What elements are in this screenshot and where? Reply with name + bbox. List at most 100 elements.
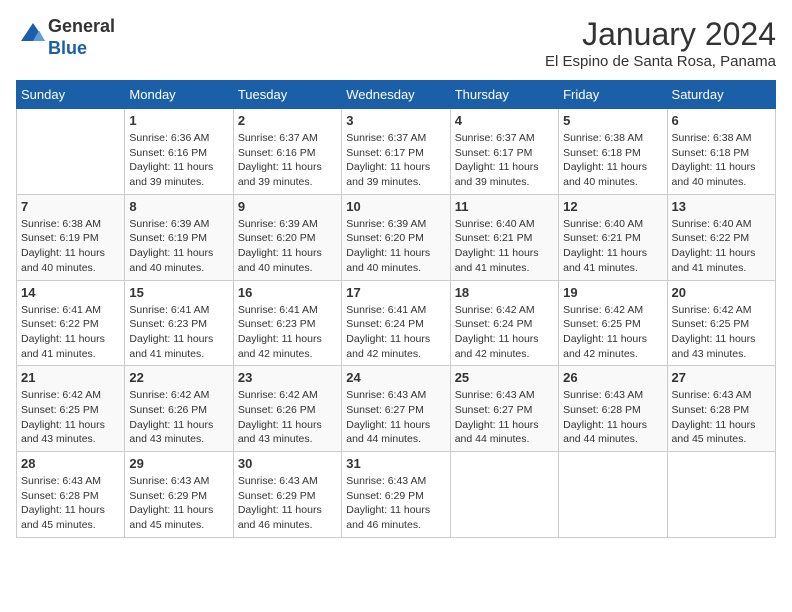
day-cell (667, 452, 775, 538)
day-cell: 28 Sunrise: 6:43 AM Sunset: 6:28 PM Dayli… (17, 452, 125, 538)
day-number: 10 (346, 199, 445, 214)
header-day-tuesday: Tuesday (233, 81, 341, 109)
day-number: 13 (672, 199, 771, 214)
day-info: Sunrise: 6:41 AM Sunset: 6:23 PM Dayligh… (129, 303, 228, 362)
day-info: Sunrise: 6:40 AM Sunset: 6:22 PM Dayligh… (672, 217, 771, 276)
day-info: Sunrise: 6:38 AM Sunset: 6:19 PM Dayligh… (21, 217, 120, 276)
day-number: 21 (21, 370, 120, 385)
day-info: Sunrise: 6:42 AM Sunset: 6:26 PM Dayligh… (238, 388, 337, 447)
day-cell: 21 Sunrise: 6:42 AM Sunset: 6:25 PM Dayli… (17, 366, 125, 452)
day-info: Sunrise: 6:41 AM Sunset: 6:24 PM Dayligh… (346, 303, 445, 362)
day-info: Sunrise: 6:42 AM Sunset: 6:25 PM Dayligh… (672, 303, 771, 362)
day-info: Sunrise: 6:38 AM Sunset: 6:18 PM Dayligh… (672, 131, 771, 190)
day-number: 31 (346, 456, 445, 471)
day-info: Sunrise: 6:42 AM Sunset: 6:26 PM Dayligh… (129, 388, 228, 447)
day-number: 7 (21, 199, 120, 214)
day-cell (559, 452, 667, 538)
day-cell: 10 Sunrise: 6:39 AM Sunset: 6:20 PM Dayli… (342, 194, 450, 280)
day-info: Sunrise: 6:43 AM Sunset: 6:29 PM Dayligh… (238, 474, 337, 533)
logo: General Blue (16, 16, 115, 59)
day-info: Sunrise: 6:42 AM Sunset: 6:24 PM Dayligh… (455, 303, 554, 362)
week-row-5: 28 Sunrise: 6:43 AM Sunset: 6:28 PM Dayli… (17, 452, 776, 538)
day-number: 1 (129, 113, 228, 128)
calendar-subtitle: El Espino de Santa Rosa, Panama (545, 53, 776, 70)
day-number: 18 (455, 285, 554, 300)
day-number: 15 (129, 285, 228, 300)
day-info: Sunrise: 6:42 AM Sunset: 6:25 PM Dayligh… (21, 388, 120, 447)
calendar-title: January 2024 (545, 16, 776, 53)
day-number: 9 (238, 199, 337, 214)
day-cell: 2 Sunrise: 6:37 AM Sunset: 6:16 PM Daylig… (233, 109, 341, 195)
day-cell: 4Sunrise: 6:37 AM Sunset: 6:17 PM Daylig… (450, 109, 558, 195)
day-info: Sunrise: 6:43 AM Sunset: 6:28 PM Dayligh… (672, 388, 771, 447)
title-area: January 2024 El Espino de Santa Rosa, Pa… (545, 16, 776, 70)
header-day-saturday: Saturday (667, 81, 775, 109)
day-info: Sunrise: 6:39 AM Sunset: 6:19 PM Dayligh… (129, 217, 228, 276)
day-number: 17 (346, 285, 445, 300)
day-cell: 15 Sunrise: 6:41 AM Sunset: 6:23 PM Dayli… (125, 280, 233, 366)
day-number: 4 (455, 113, 554, 128)
day-info: Sunrise: 6:43 AM Sunset: 6:28 PM Dayligh… (21, 474, 120, 533)
day-cell: 24Sunrise: 6:43 AM Sunset: 6:27 PM Dayli… (342, 366, 450, 452)
day-number: 6 (672, 113, 771, 128)
day-info: Sunrise: 6:43 AM Sunset: 6:27 PM Dayligh… (455, 388, 554, 447)
day-number: 27 (672, 370, 771, 385)
day-number: 29 (129, 456, 228, 471)
day-cell: 31 Sunrise: 6:43 AM Sunset: 6:29 PM Dayli… (342, 452, 450, 538)
day-number: 30 (238, 456, 337, 471)
day-info: Sunrise: 6:39 AM Sunset: 6:20 PM Dayligh… (346, 217, 445, 276)
week-row-3: 14 Sunrise: 6:41 AM Sunset: 6:22 PM Dayli… (17, 280, 776, 366)
day-cell: 3Sunrise: 6:37 AM Sunset: 6:17 PM Daylig… (342, 109, 450, 195)
day-number: 25 (455, 370, 554, 385)
day-cell: 22 Sunrise: 6:42 AM Sunset: 6:26 PM Dayli… (125, 366, 233, 452)
day-cell: 30 Sunrise: 6:43 AM Sunset: 6:29 PM Dayli… (233, 452, 341, 538)
day-cell: 26 Sunrise: 6:43 AM Sunset: 6:28 PM Dayli… (559, 366, 667, 452)
day-cell (17, 109, 125, 195)
day-number: 22 (129, 370, 228, 385)
day-info: Sunrise: 6:41 AM Sunset: 6:23 PM Dayligh… (238, 303, 337, 362)
day-cell: 20Sunrise: 6:42 AM Sunset: 6:25 PM Dayli… (667, 280, 775, 366)
day-info: Sunrise: 6:36 AM Sunset: 6:16 PM Dayligh… (129, 131, 228, 190)
day-cell: 19Sunrise: 6:42 AM Sunset: 6:25 PM Dayli… (559, 280, 667, 366)
day-info: Sunrise: 6:40 AM Sunset: 6:21 PM Dayligh… (563, 217, 662, 276)
day-cell: 27 Sunrise: 6:43 AM Sunset: 6:28 PM Dayli… (667, 366, 775, 452)
week-row-1: 1 Sunrise: 6:36 AM Sunset: 6:16 PM Daylig… (17, 109, 776, 195)
calendar-table: SundayMondayTuesdayWednesdayThursdayFrid… (16, 80, 776, 538)
day-number: 5 (563, 113, 662, 128)
logo-blue: Blue (48, 38, 87, 58)
day-cell: 5 Sunrise: 6:38 AM Sunset: 6:18 PM Daylig… (559, 109, 667, 195)
day-cell: 8Sunrise: 6:39 AM Sunset: 6:19 PM Daylig… (125, 194, 233, 280)
day-number: 3 (346, 113, 445, 128)
header-day-wednesday: Wednesday (342, 81, 450, 109)
day-number: 11 (455, 199, 554, 214)
header: General Blue January 2024 El Espino de S… (16, 16, 776, 70)
day-info: Sunrise: 6:40 AM Sunset: 6:21 PM Dayligh… (455, 217, 554, 276)
day-info: Sunrise: 6:41 AM Sunset: 6:22 PM Dayligh… (21, 303, 120, 362)
week-row-4: 21 Sunrise: 6:42 AM Sunset: 6:25 PM Dayli… (17, 366, 776, 452)
calendar-header: SundayMondayTuesdayWednesdayThursdayFrid… (17, 81, 776, 109)
day-cell: 25 Sunrise: 6:43 AM Sunset: 6:27 PM Dayli… (450, 366, 558, 452)
day-info: Sunrise: 6:43 AM Sunset: 6:29 PM Dayligh… (346, 474, 445, 533)
day-cell: 12Sunrise: 6:40 AM Sunset: 6:21 PM Dayli… (559, 194, 667, 280)
day-number: 28 (21, 456, 120, 471)
day-number: 26 (563, 370, 662, 385)
header-day-sunday: Sunday (17, 81, 125, 109)
header-row: SundayMondayTuesdayWednesdayThursdayFrid… (17, 81, 776, 109)
day-info: Sunrise: 6:43 AM Sunset: 6:29 PM Dayligh… (129, 474, 228, 533)
day-info: Sunrise: 6:37 AM Sunset: 6:16 PM Dayligh… (238, 131, 337, 190)
day-number: 2 (238, 113, 337, 128)
day-number: 14 (21, 285, 120, 300)
day-cell: 18 Sunrise: 6:42 AM Sunset: 6:24 PM Dayli… (450, 280, 558, 366)
day-info: Sunrise: 6:38 AM Sunset: 6:18 PM Dayligh… (563, 131, 662, 190)
day-cell: 23Sunrise: 6:42 AM Sunset: 6:26 PM Dayli… (233, 366, 341, 452)
day-number: 19 (563, 285, 662, 300)
day-cell: 17 Sunrise: 6:41 AM Sunset: 6:24 PM Dayli… (342, 280, 450, 366)
day-cell: 13 Sunrise: 6:40 AM Sunset: 6:22 PM Dayli… (667, 194, 775, 280)
day-cell: 6 Sunrise: 6:38 AM Sunset: 6:18 PM Daylig… (667, 109, 775, 195)
day-info: Sunrise: 6:43 AM Sunset: 6:27 PM Dayligh… (346, 388, 445, 447)
day-info: Sunrise: 6:43 AM Sunset: 6:28 PM Dayligh… (563, 388, 662, 447)
day-cell: 29 Sunrise: 6:43 AM Sunset: 6:29 PM Dayli… (125, 452, 233, 538)
logo-text: General Blue (48, 16, 115, 59)
logo-icon (18, 20, 48, 50)
day-cell: 7 Sunrise: 6:38 AM Sunset: 6:19 PM Daylig… (17, 194, 125, 280)
